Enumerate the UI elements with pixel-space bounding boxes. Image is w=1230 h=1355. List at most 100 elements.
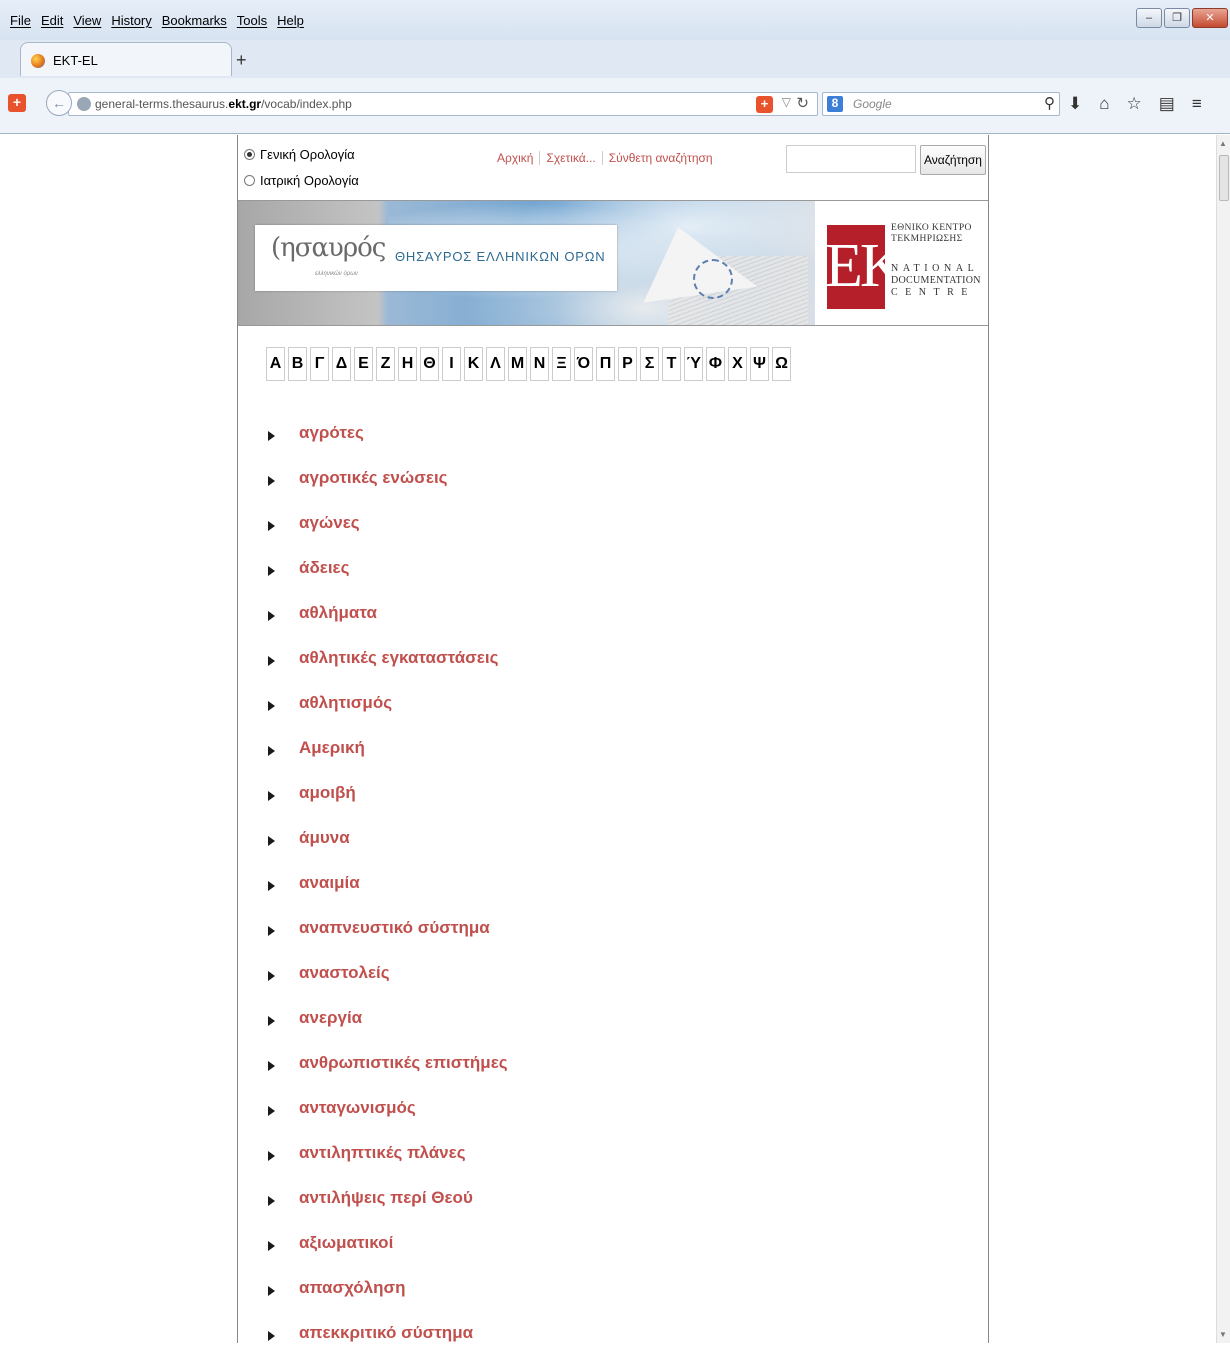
dropdown-icon[interactable]: ▽: [782, 95, 791, 109]
radio-selected-icon[interactable]: [244, 149, 255, 160]
alphabet-letter[interactable]: Ύ: [684, 347, 703, 381]
url-bar[interactable]: general-terms.thesaurus.ekt.gr/vocab/ind…: [68, 92, 818, 116]
restore-icon[interactable]: ❐: [1164, 8, 1190, 28]
menu-bookmarks[interactable]: Bookmarks: [162, 13, 227, 28]
term-link[interactable]: αθλήματα: [299, 603, 377, 623]
term-link[interactable]: ανθρωπιστικές επιστήμες: [299, 1053, 508, 1073]
alphabet-letter[interactable]: Φ: [706, 347, 725, 381]
term-link[interactable]: αναστολείς: [299, 963, 390, 983]
term-link[interactable]: αναιμία: [299, 873, 360, 893]
term-link[interactable]: αγρότες: [299, 423, 364, 443]
tab-ekt[interactable]: EKT-EL: [20, 42, 232, 76]
alphabet-letter[interactable]: Ω: [772, 347, 791, 381]
expand-arrow-icon[interactable]: [268, 1195, 275, 1206]
alphabet-letter[interactable]: Ψ: [750, 347, 769, 381]
term-link[interactable]: Αμερική: [299, 738, 365, 758]
term-link[interactable]: αμοιβή: [299, 783, 356, 803]
term-link[interactable]: άδειες: [299, 558, 349, 578]
expand-arrow-icon[interactable]: [268, 1015, 275, 1026]
alphabet-letter[interactable]: Ρ: [618, 347, 637, 381]
alphabet-letter[interactable]: Η: [398, 347, 417, 381]
term-link[interactable]: απασχόληση: [299, 1278, 405, 1298]
term-link[interactable]: απεκκριτικό σύστημα: [299, 1323, 473, 1343]
menu-file[interactable]: File: [10, 13, 31, 28]
menu-view[interactable]: View: [73, 13, 101, 28]
term-link[interactable]: αντιλήψεις περί Θεού: [299, 1188, 473, 1208]
link-advanced-search[interactable]: Σύνθετη αναζήτηση: [603, 151, 719, 165]
alphabet-letter[interactable]: Ε: [354, 347, 373, 381]
alphabet-letter[interactable]: Ι: [442, 347, 461, 381]
search-button[interactable]: Αναζήτηση: [920, 145, 986, 175]
alphabet-letter[interactable]: Ν: [530, 347, 549, 381]
term-link[interactable]: αγροτικές ενώσεις: [299, 468, 448, 488]
new-tab-icon[interactable]: +: [236, 50, 247, 71]
menu-help[interactable]: Help: [277, 13, 304, 28]
term-link[interactable]: αθλητικές εγκαταστάσεις: [299, 648, 498, 668]
expand-arrow-icon[interactable]: [268, 1060, 275, 1071]
alphabet-letter[interactable]: Κ: [464, 347, 483, 381]
expand-arrow-icon[interactable]: [268, 925, 275, 936]
alphabet-letter[interactable]: Ό: [574, 347, 593, 381]
menu-tools[interactable]: Tools: [237, 13, 267, 28]
scroll-down-icon[interactable]: ▼: [1219, 1330, 1227, 1339]
term-link[interactable]: αντιληπτικές πλάνες: [299, 1143, 466, 1163]
thesaurus-logo[interactable]: (ησαυρός ελληνικών όρων ΘΗΣΑΥΡΟΣ ΕΛΛΗΝΙΚ…: [255, 225, 617, 291]
expand-arrow-icon[interactable]: [268, 1150, 275, 1161]
term-link[interactable]: ανταγωνισμός: [299, 1098, 416, 1118]
term-link[interactable]: αγώνες: [299, 513, 360, 533]
term-link[interactable]: αξιωματικοί: [299, 1233, 393, 1253]
term-link[interactable]: ανεργία: [299, 1008, 362, 1028]
expand-arrow-icon[interactable]: [268, 880, 275, 891]
expand-arrow-icon[interactable]: [268, 475, 275, 486]
scroll-up-icon[interactable]: ▲: [1219, 139, 1227, 148]
link-home[interactable]: Αρχική: [497, 151, 541, 165]
menu-icon[interactable]: ≡: [1192, 94, 1202, 114]
expand-arrow-icon[interactable]: [268, 700, 275, 711]
term-link[interactable]: άμυνα: [299, 828, 350, 848]
scroll-thumb[interactable]: [1219, 155, 1229, 201]
alphabet-letter[interactable]: Π: [596, 347, 615, 381]
expand-arrow-icon[interactable]: [268, 520, 275, 531]
addon-icon[interactable]: +: [8, 94, 26, 112]
alphabet-letter[interactable]: Β: [288, 347, 307, 381]
search-icon[interactable]: ⚲: [1044, 94, 1055, 112]
reading-list-icon[interactable]: ▤: [1159, 94, 1175, 114]
radio-medical[interactable]: Ιατρική Ορολογία: [244, 173, 359, 188]
radio-unselected-icon[interactable]: [244, 175, 255, 186]
expand-arrow-icon[interactable]: [268, 790, 275, 801]
alphabet-letter[interactable]: Δ: [332, 347, 351, 381]
alphabet-letter[interactable]: Χ: [728, 347, 747, 381]
menu-history[interactable]: History: [111, 13, 151, 28]
term-link[interactable]: αθλητισμός: [299, 693, 392, 713]
ekt-logo[interactable]: EKT ΕΘΝΙΚΟ ΚΕΝΤΡΟ ΤΕΚΜΗΡΙΩΣΗΣ NATIONAL D…: [815, 201, 988, 325]
alphabet-letter[interactable]: Λ: [486, 347, 505, 381]
expand-arrow-icon[interactable]: [268, 655, 275, 666]
home-icon[interactable]: ⌂: [1099, 94, 1109, 114]
expand-arrow-icon[interactable]: [268, 430, 275, 441]
alphabet-letter[interactable]: Τ: [662, 347, 681, 381]
radio-general[interactable]: Γενική Ορολογία: [244, 147, 355, 162]
minimize-icon[interactable]: –: [1136, 8, 1162, 28]
addon-url-icon[interactable]: +: [756, 96, 773, 113]
expand-arrow-icon[interactable]: [268, 1240, 275, 1251]
close-icon[interactable]: ✕: [1192, 8, 1228, 28]
search-bar[interactable]: 8 Google ⚲: [822, 92, 1060, 116]
alphabet-letter[interactable]: Μ: [508, 347, 527, 381]
bookmark-star-icon[interactable]: ☆: [1127, 94, 1142, 114]
alphabet-letter[interactable]: Ξ: [552, 347, 571, 381]
expand-arrow-icon[interactable]: [268, 745, 275, 756]
download-icon[interactable]: ⬇: [1068, 94, 1082, 114]
expand-arrow-icon[interactable]: [268, 1285, 275, 1296]
back-icon[interactable]: ←: [46, 90, 72, 116]
alphabet-letter[interactable]: Θ: [420, 347, 439, 381]
expand-arrow-icon[interactable]: [268, 835, 275, 846]
search-input[interactable]: [786, 145, 916, 173]
alphabet-letter[interactable]: Σ: [640, 347, 659, 381]
menu-edit[interactable]: Edit: [41, 13, 63, 28]
term-link[interactable]: αναπνευστικό σύστημα: [299, 918, 490, 938]
expand-arrow-icon[interactable]: [268, 610, 275, 621]
expand-arrow-icon[interactable]: [268, 1330, 275, 1341]
alphabet-letter[interactable]: Ζ: [376, 347, 395, 381]
vertical-scrollbar[interactable]: ▲ ▼: [1216, 135, 1230, 1343]
expand-arrow-icon[interactable]: [268, 970, 275, 981]
